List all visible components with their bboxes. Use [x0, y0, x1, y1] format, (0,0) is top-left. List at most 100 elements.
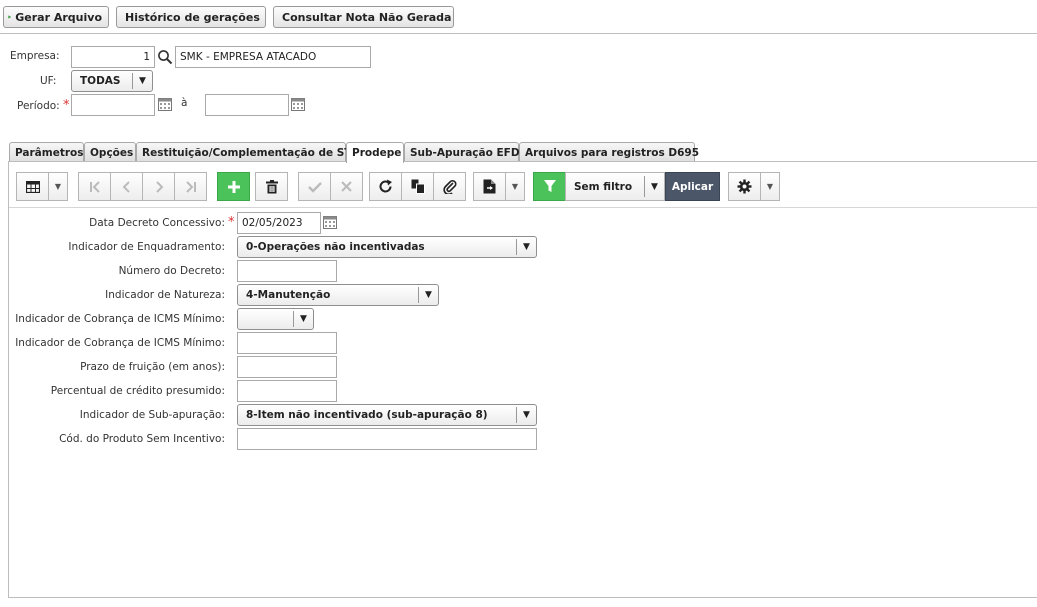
tab-arquivos-d695[interactable]: Arquivos para registros D695 — [519, 142, 699, 162]
gear-icon — [737, 179, 752, 194]
close-icon — [341, 181, 352, 192]
cod-produto-label: Cód. do Produto Sem Incentivo: — [59, 433, 225, 445]
grid-icon — [25, 180, 40, 193]
calendar-icon[interactable] — [291, 98, 305, 111]
plus-icon — [227, 180, 240, 193]
required-asterisk: * — [228, 215, 235, 230]
refresh-icon — [379, 179, 392, 193]
natureza-select[interactable]: 4-Manutenção ▼ — [237, 284, 439, 306]
prazo-input[interactable] — [237, 356, 337, 378]
uf-label: UF: — [40, 75, 57, 87]
play-icon — [8, 15, 12, 19]
chevron-left-icon — [122, 180, 130, 193]
filter-button[interactable] — [533, 172, 566, 201]
confirm-button[interactable] — [298, 172, 331, 201]
last-record-button[interactable] — [174, 172, 207, 201]
percentual-label: Percentual de crédito presumido: — [50, 385, 225, 397]
numero-decreto-input[interactable] — [237, 260, 337, 282]
natureza-label: Indicador de Natureza: — [105, 289, 225, 301]
tab-restituicao[interactable]: Restituição/Complementação de ST — [136, 142, 351, 162]
cobranca-input-label: Indicador de Cobrança de ICMS Mínimo: — [15, 337, 225, 349]
data-decreto-label: Data Decreto Concessivo: — [89, 217, 225, 229]
filter-icon — [543, 180, 556, 192]
periodo-separator: à — [181, 97, 188, 109]
empresa-code-input[interactable]: 1 — [71, 46, 155, 68]
periodo-from-input[interactable] — [71, 94, 155, 116]
previous-record-button[interactable] — [110, 172, 143, 201]
tab-prodepe[interactable]: Prodepe — [346, 142, 404, 163]
delete-button[interactable] — [255, 172, 288, 201]
chevron-down-icon: ▼ — [418, 287, 438, 303]
chevron-down-icon: ▼ — [516, 239, 536, 255]
consultar-nota-button[interactable]: Consultar Nota Não Gerada — [273, 6, 454, 28]
required-asterisk: * — [63, 98, 70, 113]
subapuracao-select[interactable]: 8-Item não incentivado (sub-apuração 8) … — [237, 404, 537, 426]
cobranca-select-label: Indicador de Cobrança de ICMS Mínimo: — [15, 313, 225, 325]
tab-sub-apuracao-efd[interactable]: Sub-Apuração EFD — [404, 142, 520, 162]
first-record-button[interactable] — [78, 172, 111, 201]
first-icon — [89, 180, 100, 193]
add-button[interactable] — [217, 172, 250, 201]
export-button[interactable] — [473, 172, 506, 201]
chevron-down-icon: ▼ — [644, 176, 664, 197]
gerar-arquivo-button[interactable]: Gerar Arquivo — [3, 6, 109, 28]
enquadramento-value: 0-Operações não incentivadas — [246, 241, 425, 253]
toolbar-divider — [0, 33, 1037, 34]
tab-opcoes[interactable]: Opções — [84, 142, 136, 162]
last-icon — [185, 180, 196, 193]
settings-button[interactable] — [728, 172, 761, 201]
uf-value: TODAS — [80, 75, 121, 87]
enquadramento-label: Indicador de Enquadramento: — [68, 241, 225, 253]
tab-parametros[interactable]: Parâmetros — [9, 142, 84, 162]
paperclip-icon — [442, 180, 456, 194]
apply-filter-button[interactable]: Aplicar — [665, 172, 720, 201]
calendar-icon[interactable] — [158, 98, 172, 111]
grid-view-dropdown[interactable]: ▼ — [48, 172, 68, 201]
subapuracao-value: 8-Item não incentivado (sub-apuração 8) — [246, 409, 488, 421]
numero-decreto-label: Número do Decreto: — [118, 265, 225, 277]
gerar-arquivo-label: Gerar Arquivo — [15, 10, 102, 24]
next-record-button[interactable] — [142, 172, 175, 201]
grid-toolbar-divider — [9, 207, 1037, 208]
chevron-down-icon: ▼ — [766, 182, 774, 191]
chevron-down-icon: ▼ — [54, 182, 62, 191]
historico-button[interactable]: Histórico de gerações — [116, 6, 266, 28]
export-dropdown[interactable]: ▼ — [505, 172, 525, 201]
prazo-label: Prazo de fruição (em anos): — [80, 361, 225, 373]
trash-icon — [265, 179, 278, 193]
natureza-value: 4-Manutenção — [246, 289, 331, 301]
percentual-input[interactable] — [237, 380, 337, 402]
uf-select[interactable]: TODAS ▼ — [71, 70, 153, 92]
chevron-down-icon: ▼ — [511, 182, 519, 191]
chevron-right-icon — [155, 180, 163, 193]
settings-dropdown[interactable]: ▼ — [760, 172, 780, 201]
periodo-label: Período: * — [17, 98, 70, 113]
filter-select[interactable]: Sem filtro ▼ — [565, 172, 665, 201]
empresa-search-icon[interactable] — [157, 49, 173, 65]
data-decreto-input[interactable]: 02/05/2023 — [237, 212, 321, 234]
calendar-icon[interactable] — [323, 216, 337, 229]
copy-button[interactable] — [401, 172, 434, 201]
cancel-button[interactable] — [330, 172, 363, 201]
chevron-down-icon: ▼ — [132, 73, 152, 89]
enquadramento-select[interactable]: 0-Operações não incentivadas ▼ — [237, 236, 537, 258]
attach-button[interactable] — [433, 172, 466, 201]
refresh-button[interactable] — [369, 172, 402, 201]
copy-icon — [411, 179, 425, 194]
filter-value: Sem filtro — [574, 180, 633, 193]
grid-view-button[interactable] — [16, 172, 49, 201]
empresa-name-field: SMK - EMPRESA ATACADO — [175, 46, 371, 68]
chevron-down-icon: ▼ — [516, 407, 536, 423]
consultar-nota-label: Consultar Nota Não Gerada — [282, 10, 452, 24]
chevron-down-icon: ▼ — [293, 311, 313, 327]
cod-produto-input[interactable] — [237, 428, 537, 450]
historico-label: Histórico de gerações — [125, 10, 260, 24]
periodo-to-input[interactable] — [205, 94, 289, 116]
subapuracao-label: Indicador de Sub-apuração: — [79, 409, 225, 421]
cobranca-select[interactable]: ▼ — [237, 308, 314, 330]
check-icon — [307, 181, 322, 193]
periodo-label-text: Período: — [17, 100, 60, 112]
export-document-icon — [483, 179, 496, 194]
empresa-label: Empresa: — [10, 50, 60, 62]
cobranca-input[interactable] — [237, 332, 337, 354]
